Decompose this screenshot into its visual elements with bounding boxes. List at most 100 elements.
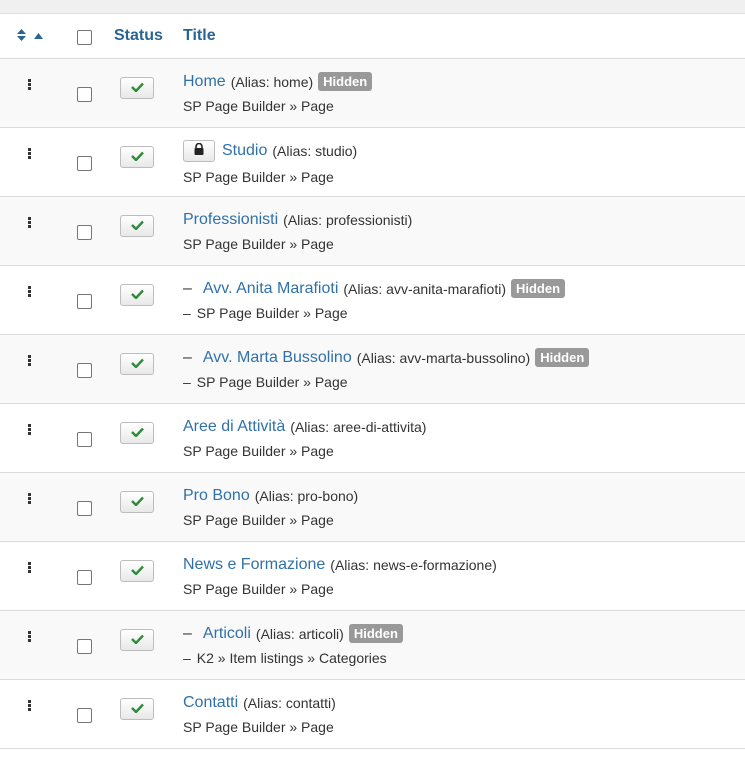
item-alias: (Alias: contatti) — [243, 694, 336, 711]
item-alias: (Alias: avv-marta-bussolino) — [356, 349, 531, 366]
item-title-link[interactable]: News e Formazione — [183, 556, 325, 574]
select-all-checkbox[interactable] — [77, 30, 92, 45]
row-checkbox[interactable] — [77, 570, 92, 585]
check-icon — [130, 562, 144, 580]
table-row: Studio (Alias: studio) SP Page Builder »… — [0, 127, 745, 197]
item-type-line: SP Page Builder » Page — [183, 719, 745, 735]
published-toggle-button[interactable] — [120, 422, 154, 444]
check-icon — [130, 217, 144, 235]
row-checkbox[interactable] — [77, 363, 92, 378]
published-toggle-button[interactable] — [120, 629, 154, 651]
row-checkbox[interactable] — [77, 501, 92, 516]
published-toggle-button[interactable] — [120, 77, 154, 99]
select-all-column-header — [60, 14, 105, 59]
drag-handle-icon[interactable] — [28, 148, 32, 159]
ordering-cell — [0, 679, 60, 749]
status-column-header[interactable]: Status — [105, 14, 181, 59]
item-title-line: – Avv. Marta Bussolino (Alias: avv-marta-… — [183, 348, 745, 367]
select-cell — [60, 679, 105, 749]
item-title-link[interactable]: Studio — [222, 142, 267, 160]
hidden-badge: Hidden — [510, 279, 566, 298]
top-toolbar-strip — [0, 0, 745, 14]
table-row: Pro Bono (Alias: pro-bono) SP Page Build… — [0, 472, 745, 542]
item-title-link[interactable]: Articoli — [203, 625, 251, 643]
published-toggle-button[interactable] — [120, 698, 154, 720]
item-title-line: Professionisti (Alias: professionisti) — [183, 211, 745, 229]
item-title-link[interactable]: Aree di Attività — [183, 418, 285, 436]
item-alias: (Alias: news-e-formazione) — [330, 556, 497, 573]
published-toggle-button[interactable] — [120, 146, 154, 168]
drag-handle-icon[interactable] — [28, 493, 32, 504]
check-icon — [130, 424, 144, 442]
drag-handle-icon[interactable] — [28, 286, 32, 297]
item-type-line: SP Page Builder » Page — [183, 169, 745, 185]
item-type: SP Page Builder » Page — [183, 511, 334, 528]
drag-handle-icon[interactable] — [28, 562, 32, 573]
select-cell — [60, 472, 105, 542]
status-cell — [105, 58, 181, 128]
title-column-header[interactable]: Title — [181, 14, 745, 59]
item-alias: (Alias: professionisti) — [283, 211, 413, 228]
title-cell: – Avv. Anita Marafioti (Alias: avv-anita-… — [181, 265, 745, 335]
drag-handle-icon[interactable] — [28, 355, 32, 366]
drag-handle-icon[interactable] — [28, 424, 32, 435]
table-row: – Avv. Marta Bussolino (Alias: avv-marta-… — [0, 334, 745, 404]
ordering-cell — [0, 610, 60, 680]
item-title-line: – Articoli (Alias: articoli) Hidden — [183, 624, 745, 643]
published-toggle-button[interactable] — [120, 284, 154, 306]
ordering-cell — [0, 403, 60, 473]
table-row: Aree di Attività (Alias: aree-di-attivit… — [0, 403, 745, 473]
item-type: SP Page Builder » Page — [183, 718, 334, 735]
published-toggle-button[interactable] — [120, 491, 154, 513]
check-icon — [130, 79, 144, 97]
title-cell: Studio (Alias: studio) SP Page Builder »… — [181, 127, 745, 197]
checked-out-lock-button[interactable] — [183, 139, 215, 162]
item-title-link[interactable]: Avv. Marta Bussolino — [203, 349, 352, 367]
row-checkbox[interactable] — [77, 294, 92, 309]
title-header-label[interactable]: Title — [183, 27, 216, 44]
published-toggle-button[interactable] — [120, 560, 154, 582]
item-type: SP Page Builder » Page — [183, 580, 334, 597]
select-cell — [60, 610, 105, 680]
item-type: SP Page Builder » Page — [183, 442, 334, 459]
published-toggle-button[interactable] — [120, 215, 154, 237]
child-level-indicator: – — [183, 650, 191, 666]
status-cell — [105, 472, 181, 542]
status-cell — [105, 334, 181, 404]
select-cell — [60, 265, 105, 335]
select-cell — [60, 127, 105, 197]
status-cell — [105, 679, 181, 749]
drag-handle-icon[interactable] — [28, 631, 32, 642]
sort-both-icon[interactable] — [17, 28, 26, 44]
published-toggle-button[interactable] — [120, 353, 154, 375]
item-type: SP Page Builder » Page — [183, 235, 334, 252]
select-cell — [60, 334, 105, 404]
drag-handle-icon[interactable] — [28, 700, 32, 711]
item-title-link[interactable]: Contatti — [183, 694, 238, 712]
sort-ascending-icon[interactable] — [34, 30, 43, 42]
item-title-link[interactable]: Home — [183, 73, 226, 91]
row-checkbox[interactable] — [77, 225, 92, 240]
row-checkbox[interactable] — [77, 708, 92, 723]
row-checkbox[interactable] — [77, 156, 92, 171]
status-header-label[interactable]: Status — [114, 27, 163, 44]
item-title-link[interactable]: Avv. Anita Marafioti — [203, 280, 338, 298]
ordering-cell — [0, 265, 60, 335]
row-checkbox[interactable] — [77, 432, 92, 447]
select-cell — [60, 541, 105, 611]
item-title-line: Studio (Alias: studio) — [183, 139, 745, 162]
item-type: SP Page Builder » Page — [196, 305, 348, 321]
ordering-column-header[interactable] — [0, 14, 60, 59]
drag-handle-icon[interactable] — [28, 79, 32, 90]
row-checkbox[interactable] — [77, 87, 92, 102]
item-title-link[interactable]: Professionisti — [183, 211, 278, 229]
row-checkbox[interactable] — [77, 639, 92, 654]
title-cell: – Avv. Marta Bussolino (Alias: avv-marta-… — [181, 334, 745, 404]
status-cell — [105, 127, 181, 197]
item-alias: (Alias: articoli) — [255, 625, 344, 642]
drag-handle-icon[interactable] — [28, 217, 32, 228]
item-type-line: SP Page Builder » Page — [183, 443, 745, 459]
hidden-badge: Hidden — [348, 624, 403, 643]
item-title-link[interactable]: Pro Bono — [183, 487, 250, 505]
check-icon — [130, 493, 144, 511]
